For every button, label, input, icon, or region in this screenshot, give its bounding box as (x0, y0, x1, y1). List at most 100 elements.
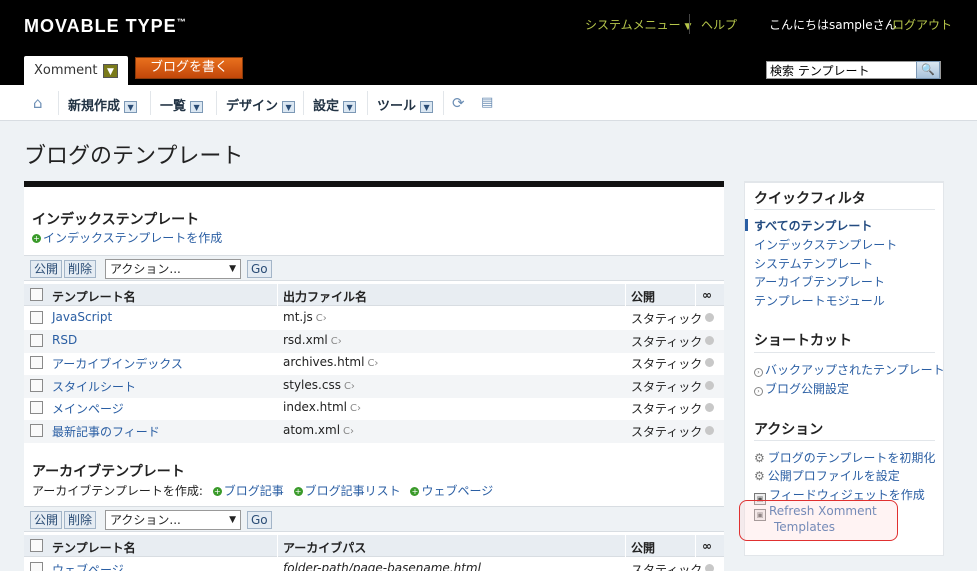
select-all-checkbox[interactable] (30, 539, 43, 552)
divider (216, 91, 217, 115)
template-name-link[interactable]: アーカイブインデックス (52, 355, 183, 372)
action-select[interactable]: アクション... ▼ (105, 259, 241, 279)
table-row: JavaScript mt.js C› スタティック (24, 307, 724, 330)
publish-type: スタティック (631, 402, 703, 416)
status-icon (705, 358, 714, 367)
chevron-down-icon[interactable]: ▼ (420, 100, 434, 113)
highlight-box (739, 500, 898, 541)
publish-type: スタティック (631, 380, 703, 394)
select-all-checkbox[interactable] (30, 288, 43, 301)
divider (695, 535, 696, 557)
go-button[interactable]: Go (247, 260, 272, 278)
shortcut-publish-settings[interactable]: › ブログ公開設定 (754, 380, 849, 397)
filter-all-templates[interactable]: すべてのテンプレート (744, 217, 872, 234)
index-table-header: テンプレート名 出力ファイル名 公開 ∞ (24, 284, 724, 306)
logo[interactable]: MOVABLE TYPE™ (24, 16, 187, 37)
publish-button[interactable]: 公開 (30, 260, 63, 278)
page-icon[interactable]: ▤ (481, 95, 493, 110)
status-icon (705, 381, 714, 390)
publish-type: スタティック (631, 312, 703, 326)
row-checkbox[interactable] (30, 424, 43, 437)
publish-icon[interactable]: C› (343, 426, 354, 437)
status-icon (705, 564, 714, 571)
column-header[interactable]: アーカイブパス (283, 539, 366, 556)
column-header[interactable]: 公開 (631, 288, 655, 305)
quick-filter-title: クイックフィルタ (754, 191, 866, 207)
search-input[interactable] (770, 63, 915, 77)
row-checkbox[interactable] (30, 311, 43, 324)
archive-table-header: テンプレート名 アーカイブパス 公開 ∞ (24, 535, 724, 557)
write-entry-button[interactable]: ブログを書く (135, 57, 243, 79)
template-name-link[interactable]: 最新記事のフィード (52, 423, 160, 440)
arrow-icon: › (754, 387, 763, 396)
delete-button[interactable]: 削除 (64, 260, 97, 278)
system-menu-link[interactable]: システムメニュー ▼ (585, 16, 691, 33)
column-header[interactable]: 出力ファイル名 (283, 288, 367, 305)
filter-archive-templates[interactable]: アーカイブテンプレート (754, 273, 885, 290)
publish-icon[interactable]: C› (316, 313, 327, 324)
delete-button[interactable]: 削除 (64, 511, 97, 529)
filter-index-templates[interactable]: インデックステンプレート (754, 236, 897, 253)
publish-type: スタティック (631, 357, 703, 371)
row-checkbox[interactable] (30, 562, 43, 571)
chevron-down-icon[interactable]: ▼ (282, 100, 296, 113)
column-header[interactable]: テンプレート名 (52, 539, 136, 556)
create-entry-archive-link[interactable]: + ブログ記事 (212, 484, 284, 498)
template-name-link[interactable]: RSD (52, 333, 77, 347)
status-icon (705, 336, 714, 345)
menu-settings[interactable]: 設定 ▼ (313, 95, 357, 114)
go-button[interactable]: Go (247, 511, 272, 529)
column-header[interactable]: テンプレート名 (52, 288, 136, 305)
filter-system-templates[interactable]: システムテンプレート (754, 255, 873, 272)
home-icon[interactable]: ⌂ (33, 94, 43, 112)
action-select[interactable]: アクション... ▼ (105, 510, 241, 530)
row-checkbox[interactable] (30, 401, 43, 414)
plus-icon: + (293, 487, 303, 496)
row-checkbox[interactable] (30, 334, 43, 347)
link-icon: ∞ (702, 288, 712, 302)
row-checkbox[interactable] (30, 379, 43, 392)
publish-icon[interactable]: C› (331, 336, 342, 347)
logout-link[interactable]: ログアウト (892, 16, 952, 33)
link-icon: ∞ (702, 539, 712, 553)
template-name-link[interactable]: JavaScript (52, 310, 112, 324)
template-name-link[interactable]: スタイルシート (52, 378, 136, 395)
divider (625, 284, 626, 306)
filter-template-modules[interactable]: テンプレートモジュール (754, 292, 885, 309)
publish-icon[interactable]: C› (350, 403, 361, 414)
menu-list[interactable]: 一覧 ▼ (160, 95, 204, 114)
search-icon[interactable]: 🔍 (916, 61, 940, 79)
column-header[interactable]: 公開 (631, 539, 655, 556)
publish-icon[interactable]: C› (367, 358, 378, 369)
action-publishing-profile[interactable]: ⚙ 公開プロファイルを設定 (754, 467, 900, 484)
index-templates-title: インデックステンプレート (32, 212, 200, 228)
row-checkbox[interactable] (30, 356, 43, 369)
output-file: mt.js C› (283, 310, 327, 324)
menu-new[interactable]: 新規作成 ▼ (68, 95, 138, 114)
refresh-icon[interactable]: ⟳ (452, 94, 465, 112)
blog-selector[interactable]: Xomment ▼ (24, 56, 128, 86)
chevron-down-icon[interactable]: ▼ (124, 100, 138, 113)
divider (695, 284, 696, 306)
create-page-archive-link[interactable]: + ウェブページ (410, 484, 493, 498)
table-row: RSD rsd.xml C› スタティック (24, 330, 724, 353)
divider (754, 352, 935, 353)
publish-type: スタティック (631, 425, 703, 439)
template-name-link[interactable]: メインページ (52, 400, 124, 417)
shortcut-backup-templates[interactable]: › バックアップされたテンプレート (754, 361, 945, 378)
menu-tools[interactable]: ツール ▼ (377, 95, 434, 114)
create-entry-listing-link[interactable]: + ブログ記事リスト (293, 484, 401, 498)
chevron-down-icon[interactable]: ▼ (343, 100, 357, 113)
help-link[interactable]: ヘルプ (701, 16, 737, 33)
action-reset-templates[interactable]: ⚙ ブログのテンプレートを初期化 (754, 449, 935, 466)
menu-design[interactable]: デザイン ▼ (226, 95, 296, 114)
publish-icon[interactable]: C› (344, 381, 355, 392)
create-index-template-link[interactable]: + インデックステンプレートを作成 (32, 229, 222, 246)
table-row: メインページ index.html C› スタティック (24, 397, 724, 420)
publish-button[interactable]: 公開 (30, 511, 63, 529)
plus-icon: + (410, 487, 420, 496)
divider (625, 535, 626, 557)
template-name-link[interactable]: ウェブページ (52, 561, 124, 571)
chevron-down-icon[interactable]: ▼ (190, 100, 204, 113)
chevron-down-icon[interactable]: ▼ (103, 64, 118, 78)
